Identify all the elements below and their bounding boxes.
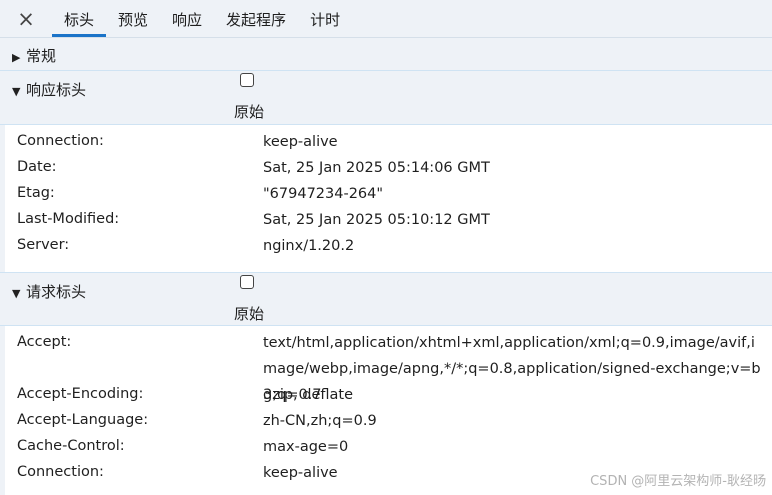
- header-key: Last-Modified:: [17, 211, 120, 227]
- header-key: Accept-Language:: [17, 412, 149, 428]
- header-key: Connection:: [17, 133, 104, 149]
- response-headers-list: Connection: keep-alive Date: Sat, 25 Jan…: [0, 129, 772, 259]
- general-section-header[interactable]: ▶ 常规: [0, 38, 772, 71]
- header-key: Etag:: [17, 185, 55, 201]
- collapse-arrow-icon: ▼: [12, 85, 21, 98]
- tab-headers[interactable]: 标头: [52, 0, 107, 38]
- header-value: zh-CN,zh;q=0.9: [263, 413, 377, 429]
- collapse-arrow-icon: ▼: [12, 287, 21, 300]
- header-row: Cache-Control: max-age=0: [0, 434, 772, 460]
- request-headers-title[interactable]: ▼ 请求标头: [12, 281, 86, 302]
- close-icon[interactable]: ×: [0, 0, 52, 37]
- header-row: Etag: "67947234-264": [0, 181, 772, 207]
- response-headers-label: 响应标头: [26, 81, 87, 99]
- response-headers-section-header[interactable]: ▼ 响应标头 原始: [0, 71, 772, 125]
- tab-timing[interactable]: 计时: [298, 0, 352, 38]
- header-row: Accept: text/html,application/xhtml+xml,…: [0, 330, 772, 403]
- request-headers-list: Accept: text/html,application/xhtml+xml,…: [0, 330, 772, 486]
- request-headers-section-header[interactable]: ▼ 请求标头 原始: [0, 272, 772, 326]
- header-value: max-age=0: [263, 439, 349, 455]
- watermark: CSDN @阿里云架构师-耿经旸: [590, 474, 766, 489]
- general-section-title[interactable]: ▶ 常规: [12, 45, 56, 66]
- request-raw-checkbox[interactable]: [240, 275, 254, 289]
- header-row: Last-Modified: Sat, 25 Jan 2025 05:10:12…: [0, 207, 772, 233]
- header-key: Server:: [17, 237, 70, 253]
- header-key: Cache-Control:: [17, 438, 125, 454]
- request-raw-label: 原始: [234, 305, 265, 323]
- devtools-tab-bar: × 标头 预览 响应 发起程序 计时: [0, 0, 772, 38]
- header-value: gzip, deflate: [263, 387, 354, 403]
- request-headers-label: 请求标头: [26, 283, 87, 301]
- tab-preview[interactable]: 预览: [106, 0, 160, 38]
- header-value: nginx/1.20.2: [263, 238, 355, 254]
- header-row: Connection: keep-alive: [0, 129, 772, 155]
- general-section-label: 常规: [26, 47, 57, 65]
- tab-initiator[interactable]: 发起程序: [214, 0, 298, 38]
- response-headers-title[interactable]: ▼ 响应标头: [12, 79, 86, 100]
- header-row: Accept-Language: zh-CN,zh;q=0.9: [0, 408, 772, 434]
- header-row: Date: Sat, 25 Jan 2025 05:14:06 GMT: [0, 155, 772, 181]
- header-key: Connection:: [17, 464, 104, 480]
- header-key: Date:: [17, 159, 57, 175]
- header-value: keep-alive: [263, 134, 338, 150]
- header-value: Sat, 25 Jan 2025 05:10:12 GMT: [263, 212, 490, 228]
- header-key: Accept:: [17, 334, 72, 350]
- header-value: "67947234-264": [263, 186, 384, 202]
- header-row: Server: nginx/1.20.2: [0, 233, 772, 259]
- header-row: Accept-Encoding: gzip, deflate: [0, 382, 772, 408]
- tab-response[interactable]: 响应: [160, 0, 214, 38]
- expand-arrow-icon: ▶: [12, 51, 21, 64]
- response-raw-label: 原始: [234, 103, 265, 121]
- response-raw-checkbox[interactable]: [240, 73, 254, 87]
- header-value: Sat, 25 Jan 2025 05:14:06 GMT: [263, 160, 490, 176]
- header-key: Accept-Encoding:: [17, 386, 144, 402]
